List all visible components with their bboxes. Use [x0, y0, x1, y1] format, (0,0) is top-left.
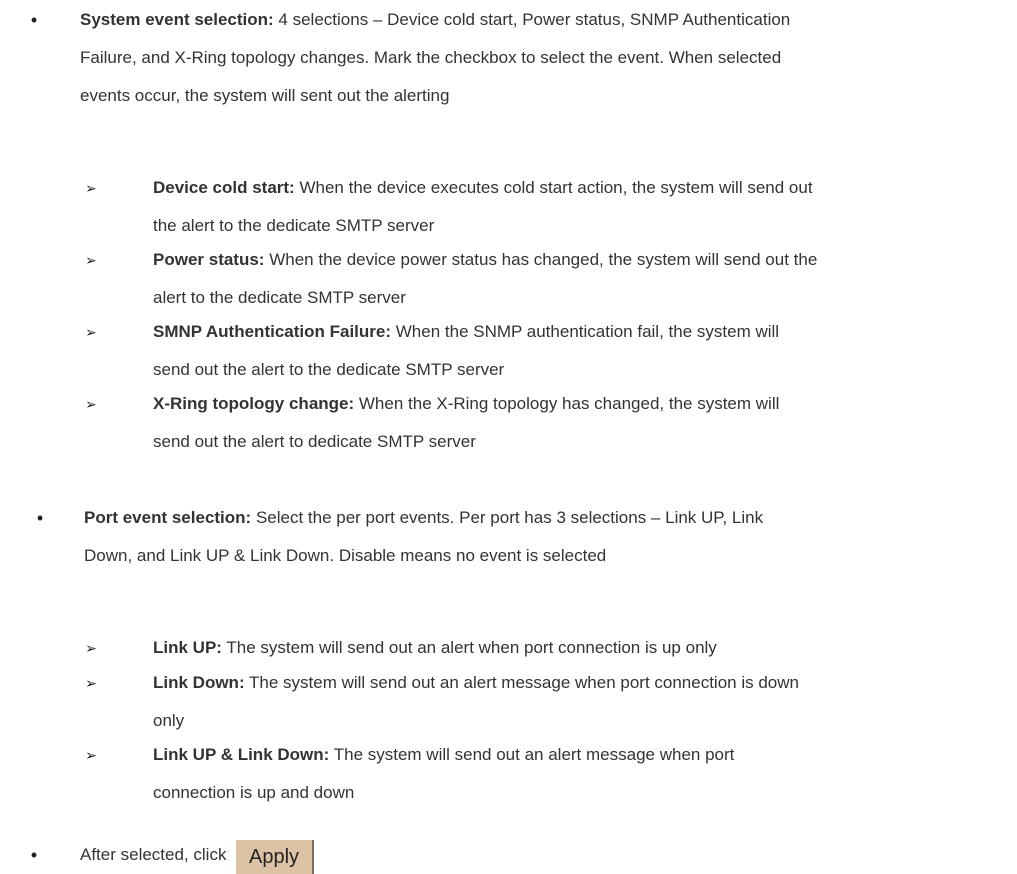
link-down-line-1: Link Down: The system will send out an a…: [153, 673, 799, 693]
device-cold-start-text-1: When the device executes cold start acti…: [294, 178, 813, 197]
system-event-line-1: System event selection: 4 selections – D…: [80, 10, 790, 30]
x-ring-topology-title: X-Ring topology change:: [153, 394, 355, 413]
port-event-line-1: Port event selection: Select the per por…: [84, 508, 763, 528]
bullet-final: •: [30, 845, 38, 865]
arrow-icon: ➢: [85, 324, 97, 340]
link-up-down-text-1: The system will send out an alert messag…: [329, 745, 735, 764]
x-ring-topology-text-1: When the X-Ring topology has changed, th…: [354, 394, 780, 413]
link-up-line-1: Link UP: The system will send out an ale…: [153, 638, 717, 658]
arrow-icon: ➢: [85, 675, 97, 691]
document-page: • System event selection: 4 selections –…: [0, 0, 1017, 874]
port-event-title: Port event selection:: [84, 508, 252, 527]
arrow-icon: ➢: [85, 396, 97, 412]
port-event-line-2: Down, and Link UP & Link Down. Disable m…: [84, 546, 607, 565]
snmp-auth-failure-line-2: send out the alert to the dedicate SMTP …: [153, 360, 505, 379]
device-cold-start-line-1: Device cold start: When the device execu…: [153, 178, 813, 198]
bullet-port-event: •: [36, 508, 44, 528]
link-up-title: Link UP:: [153, 638, 222, 657]
link-up-text-1: The system will send out an alert when p…: [221, 638, 717, 657]
snmp-auth-failure-title: SMNP Authentication Failure:: [153, 322, 392, 341]
power-status-line-1: Power status: When the device power stat…: [153, 250, 817, 270]
link-up-down-line-1: Link UP & Link Down: The system will sen…: [153, 745, 734, 765]
port-event-text-1: Select the per port events. Per port has…: [251, 508, 764, 527]
device-cold-start-title: Device cold start:: [153, 178, 295, 197]
x-ring-topology-line-2: send out the alert to dedicate SMTP serv…: [153, 432, 476, 451]
link-up-down-line-2: connection is up and down: [153, 783, 355, 802]
x-ring-topology-line-1: X-Ring topology change: When the X-Ring …: [153, 394, 779, 414]
link-down-line-2: only: [153, 711, 185, 730]
link-down-text-1: The system will send out an alert messag…: [244, 673, 799, 692]
power-status-title: Power status:: [153, 250, 265, 269]
arrow-icon: ➢: [85, 640, 97, 656]
arrow-icon: ➢: [85, 747, 97, 763]
arrow-icon: ➢: [85, 180, 97, 196]
system-event-line-3: events occur, the system will sent out t…: [80, 86, 450, 105]
system-event-text-1: 4 selections – Device cold start, Power …: [273, 10, 791, 29]
apply-button[interactable]: Apply: [236, 840, 314, 874]
power-status-line-2: alert to the dedicate SMTP server: [153, 288, 406, 307]
bullet-system-event: •: [30, 10, 38, 30]
arrow-icon: ➢: [85, 252, 97, 268]
final-instruction: After selected, click: [80, 845, 227, 864]
link-down-title: Link Down:: [153, 673, 245, 692]
system-event-title: System event selection:: [80, 10, 274, 29]
system-event-line-2: Failure, and X-Ring topology changes. Ma…: [80, 48, 782, 67]
link-up-down-title: Link UP & Link Down:: [153, 745, 330, 764]
power-status-text-1: When the device power status has changed…: [264, 250, 818, 269]
snmp-auth-failure-line-1: SMNP Authentication Failure: When the SN…: [153, 322, 779, 342]
device-cold-start-line-2: the alert to the dedicate SMTP server: [153, 216, 435, 235]
snmp-auth-failure-text-1: When the SNMP authentication fail, the s…: [391, 322, 780, 341]
